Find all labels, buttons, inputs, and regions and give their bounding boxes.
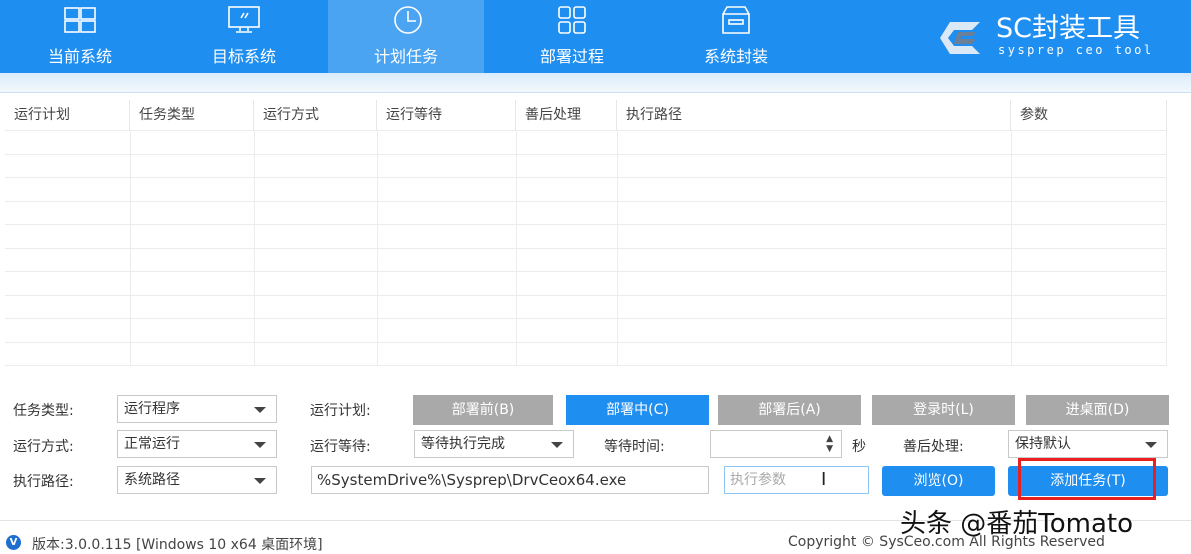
windows-icon	[64, 7, 96, 33]
task-type-select[interactable]: 运行程序	[117, 395, 277, 423]
column-header[interactable]: 运行计划	[5, 100, 130, 130]
grid-icon	[558, 6, 586, 34]
tab-label: 计划任务	[373, 47, 438, 66]
chevron-down-icon	[254, 407, 266, 413]
run-mode-select[interactable]: 正常运行	[117, 430, 277, 458]
chevron-down-icon	[551, 442, 563, 448]
column-header[interactable]: 运行等待	[377, 100, 516, 130]
tab-label: 系统封装	[703, 47, 768, 66]
app-logo: SC封装工具 sysprep ceo tool	[938, 14, 1188, 64]
logo-subtitle: sysprep ceo tool	[998, 43, 1154, 57]
column-line	[130, 130, 131, 365]
wait-label: 运行等待:	[310, 439, 371, 455]
schedule-after-button[interactable]: 部署后(A)	[718, 395, 861, 425]
monitor-icon	[228, 6, 260, 33]
chevron-down-icon	[254, 478, 266, 484]
select-value: 正常运行	[124, 436, 180, 452]
logo-title: SC封装工具	[996, 13, 1140, 44]
table-row-line	[5, 247, 1167, 249]
column-header[interactable]: 善后处理	[516, 100, 617, 130]
column-header[interactable]: 运行方式	[254, 100, 377, 130]
chevron-down-icon	[1145, 442, 1157, 448]
chevron-down-icon	[254, 442, 266, 448]
select-value: 保持默认	[1015, 436, 1071, 452]
tab-label: 当前系统	[47, 47, 112, 66]
task-type-label: 任务类型:	[13, 403, 74, 419]
exec-path-label: 执行路径:	[13, 474, 74, 490]
table-row-line	[5, 224, 1167, 225]
highlight-box	[1018, 458, 1156, 500]
after-select[interactable]: 保持默认	[1008, 430, 1168, 458]
table-row-line	[5, 153, 1167, 155]
table-row-line	[5, 200, 1167, 202]
top-nav: 当前系统 目标系统 计划任务 部署过程 系统封装 SC封装工具 sysprep …	[0, 0, 1191, 73]
schedule-label: 运行计划:	[310, 403, 371, 419]
version-icon: V	[6, 535, 21, 550]
browse-button[interactable]: 浏览(O)	[882, 466, 995, 496]
wait-select[interactable]: 等待执行完成	[414, 430, 574, 458]
column-line	[1011, 130, 1012, 365]
version-text: 版本:3.0.0.115 [Windows 10 x64 桌面环境]	[32, 537, 323, 553]
spinner-arrows-icon[interactable]: ▲ ▼	[826, 434, 833, 454]
schedule-during-button[interactable]: 部署中(C)	[566, 395, 709, 425]
seconds-label: 秒	[852, 439, 866, 455]
select-value: 运行程序	[124, 401, 180, 417]
table-row-line	[5, 177, 1167, 178]
column-header[interactable]: 参数	[1011, 100, 1167, 130]
schedule-login-button[interactable]: 登录时(L)	[872, 395, 1015, 425]
select-value: 系统路径	[124, 472, 180, 488]
exec-path-select[interactable]: 系统路径	[117, 466, 277, 494]
box-icon	[722, 6, 750, 34]
table-row-line	[5, 318, 1167, 319]
wait-time-label: 等待时间:	[604, 439, 665, 455]
column-line	[1166, 130, 1167, 365]
tab-target-system[interactable]: 目标系统	[164, 0, 324, 73]
column-header[interactable]: 任务类型	[130, 100, 254, 130]
table-row-line	[5, 365, 1167, 366]
text-cursor-icon: I	[821, 469, 827, 490]
header-divider	[0, 73, 1191, 93]
table-row-line	[5, 271, 1167, 272]
table-row-line	[5, 294, 1167, 296]
tab-label: 目标系统	[211, 47, 276, 66]
schedule-before-button[interactable]: 部署前(B)	[413, 395, 553, 425]
path-input[interactable]: %SystemDrive%\Sysprep\DrvCeox64.exe	[311, 466, 709, 494]
wait-time-spinner[interactable]: ▲ ▼	[710, 430, 842, 458]
params-placeholder: 执行参数	[730, 472, 786, 488]
tab-label: 部署过程	[539, 47, 604, 66]
tab-scheduled-tasks[interactable]: 计划任务	[328, 0, 484, 73]
run-mode-label: 运行方式:	[13, 439, 74, 455]
tab-current-system[interactable]: 当前系统	[0, 0, 160, 73]
watermark: 头条 @番茄Tomato	[900, 509, 1133, 539]
table-row-line	[5, 341, 1167, 343]
task-table[interactable]: 运行计划 任务类型 运行方式 运行等待 善后处理 执行路径 参数	[5, 100, 1167, 366]
column-line	[254, 130, 255, 365]
column-line	[377, 130, 378, 365]
tab-deploy-process[interactable]: 部署过程	[492, 0, 652, 73]
table-row-line	[5, 130, 1167, 131]
tab-system-package[interactable]: 系统封装	[656, 0, 816, 73]
params-input[interactable]: 执行参数 I	[724, 466, 869, 494]
logo-icon	[940, 22, 980, 54]
column-line	[617, 130, 618, 365]
column-line	[516, 130, 517, 365]
column-header[interactable]: 执行路径	[617, 100, 1011, 130]
clock-icon	[394, 6, 422, 34]
select-value: 等待执行完成	[421, 436, 505, 452]
schedule-desktop-button[interactable]: 进桌面(D)	[1026, 395, 1169, 425]
after-label: 善后处理:	[903, 439, 964, 455]
